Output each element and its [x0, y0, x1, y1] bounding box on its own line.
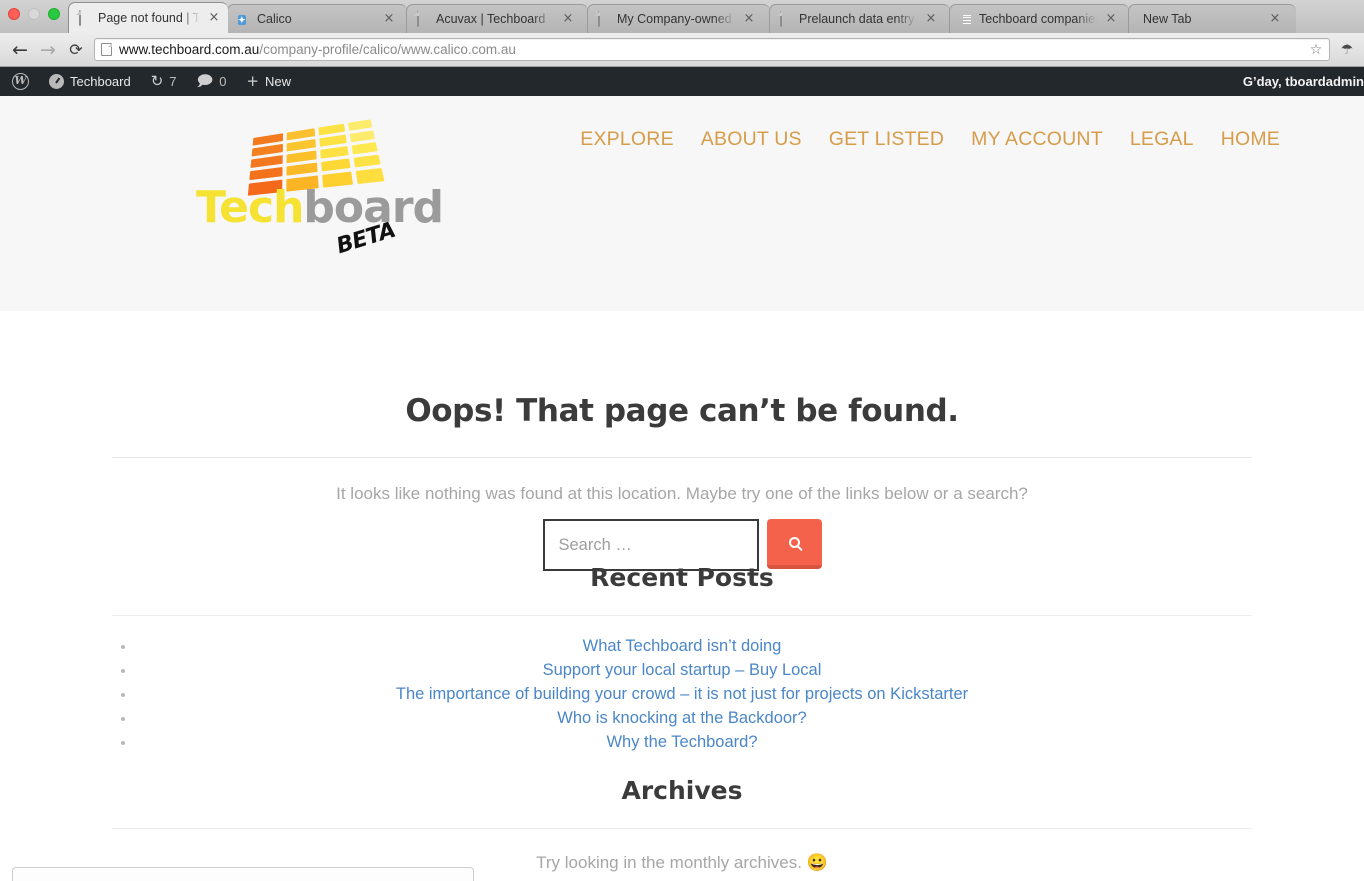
recent-post-link[interactable]: What Techboard isn’t doing: [112, 634, 1252, 658]
page-info-icon[interactable]: [101, 43, 112, 56]
smiley-icon: 😀: [806, 853, 828, 872]
browser-tab-2[interactable]: ✦ Calico ×: [227, 4, 407, 33]
archives-message-text: Try looking in the monthly archives.: [536, 853, 802, 872]
plus-icon: +: [246, 72, 259, 90]
nav-item-legal[interactable]: LEGAL: [1130, 128, 1194, 151]
dashboard-icon: [49, 74, 64, 89]
nav-item-home[interactable]: HOME: [1221, 128, 1280, 151]
nav-item-about-us[interactable]: ABOUT US: [701, 128, 802, 151]
tab-title: Calico: [257, 12, 292, 26]
tab-close-icon[interactable]: ×: [206, 10, 222, 26]
list-item: Support your local startup – Buy Local: [136, 658, 1252, 682]
url-path: /company-profile/calico/www.calico.com.a…: [259, 42, 516, 57]
site-name-label: Techboard: [70, 74, 131, 89]
adminbar-updates[interactable]: ↻ 7: [141, 67, 187, 96]
doc-icon: [780, 10, 794, 27]
adminbar-greeting[interactable]: G’day, tboardadmin: [1233, 74, 1364, 89]
doc-icon: [417, 10, 431, 27]
browser-chrome: Page not found | Techbo × ✦ Calico × Acu…: [0, 0, 1364, 67]
forward-button[interactable]: →: [34, 37, 62, 63]
archives-title: Archives: [621, 776, 743, 805]
browser-tab-1[interactable]: Page not found | Techbo ×: [68, 2, 228, 33]
site-header: Techboard BETA EXPLORE ABOUT US GET LIST…: [0, 96, 1364, 311]
nav-item-my-account[interactable]: MY ACCOUNT: [971, 128, 1103, 151]
nav-item-explore[interactable]: EXPLORE: [580, 128, 674, 151]
adminbar-site-name[interactable]: Techboard: [39, 67, 141, 96]
page-title: Oops! That page can’t be found.: [405, 393, 959, 429]
logo-text-tech: Tech: [196, 182, 304, 233]
bookmark-star-icon[interactable]: ☆: [1307, 42, 1325, 58]
doc-icon: [79, 9, 93, 26]
recent-posts-list: What Techboard isn’t doing Support your …: [112, 634, 1252, 754]
calico-icon: ✦: [238, 14, 246, 25]
comments-count: 0: [219, 74, 227, 89]
tab-title: Techboard companies lis: [979, 12, 1097, 26]
bottom-status-panel[interactable]: [12, 867, 474, 881]
wp-logo-menu[interactable]: W: [2, 67, 39, 96]
browser-tab-7[interactable]: New Tab ×: [1128, 4, 1296, 33]
adminbar-new-content[interactable]: + New: [236, 67, 301, 96]
browser-tab-5[interactable]: Prelaunch data entry | Te ×: [769, 4, 950, 33]
browser-tab-4[interactable]: My Company-owned Pro ×: [587, 4, 770, 33]
window-maximize-button[interactable]: [48, 8, 60, 20]
address-bar[interactable]: www.techboard.com.au/company-profile/cal…: [94, 38, 1330, 61]
updates-icon: ↻: [150, 72, 164, 90]
comment-bubble-icon: 🗩: [196, 72, 214, 90]
list-item: Why the Techboard?: [136, 730, 1252, 754]
recent-posts-title: Recent Posts: [590, 563, 774, 592]
tab-close-icon[interactable]: ×: [1267, 11, 1283, 27]
tab-title: Prelaunch data entry | Te: [799, 12, 917, 26]
adminbar-comments[interactable]: 🗩 0: [187, 67, 237, 96]
divider: [112, 457, 1252, 458]
main-navigation: EXPLORE ABOUT US GET LISTED MY ACCOUNT L…: [580, 128, 1280, 151]
tab-close-icon[interactable]: ×: [1103, 11, 1119, 27]
tab-close-icon[interactable]: ×: [560, 11, 576, 27]
back-button[interactable]: ←: [6, 37, 34, 63]
recent-post-link[interactable]: Why the Techboard?: [112, 730, 1252, 754]
window-minimize-button[interactable]: [28, 8, 40, 20]
doc-icon: [598, 10, 612, 27]
divider: [112, 615, 1252, 616]
search-icon: [788, 536, 800, 548]
wordpress-logo-icon: W: [12, 73, 29, 90]
list-item: What Techboard isn’t doing: [136, 634, 1252, 658]
recent-post-link[interactable]: Support your local startup – Buy Local: [112, 658, 1252, 682]
tab-close-icon[interactable]: ×: [923, 11, 939, 27]
page-content: Oops! That page can’t be found. It looks…: [0, 311, 1364, 881]
new-label: New: [265, 74, 292, 89]
tab-close-icon[interactable]: ×: [741, 11, 757, 27]
site-logo[interactable]: Techboard BETA: [196, 119, 444, 259]
recent-post-link[interactable]: Who is knocking at the Backdoor?: [112, 706, 1252, 730]
reload-button[interactable]: ⟳: [62, 37, 90, 63]
browser-tab-3[interactable]: Acuvax | Techboard ×: [406, 4, 588, 33]
tab-list: Page not found | Techbo × ✦ Calico × Acu…: [68, 2, 1296, 33]
tab-close-icon[interactable]: ×: [381, 11, 397, 27]
not-found-message: It looks like nothing was found at this …: [336, 484, 1028, 503]
google-doc-icon: [960, 12, 974, 27]
tab-strip: Page not found | Techbo × ✦ Calico × Acu…: [0, 0, 1364, 33]
window-close-button[interactable]: [8, 8, 20, 20]
divider: [112, 828, 1252, 829]
browser-tab-6[interactable]: Techboard companies lis ×: [949, 4, 1129, 33]
tab-title: New Tab: [1143, 12, 1192, 26]
wp-admin-bar: W Techboard ↻ 7 🗩 0 + New G’day, tboarda…: [0, 67, 1364, 96]
updates-count: 7: [169, 74, 177, 89]
list-item: Who is knocking at the Backdoor?: [136, 706, 1252, 730]
tab-title: Page not found | Techbo: [98, 11, 200, 25]
url-text: www.techboard.com.au/company-profile/cal…: [119, 42, 1307, 57]
logo-wordmark: Techboard: [196, 186, 444, 230]
recent-post-link[interactable]: The importance of building your crowd – …: [112, 682, 1252, 706]
search-submit-button[interactable]: [766, 519, 822, 569]
nav-item-get-listed[interactable]: GET LISTED: [829, 128, 944, 151]
window-controls: [8, 8, 60, 20]
extension-icon[interactable]: ☂: [1336, 39, 1358, 61]
browser-toolbar: ← → ⟳ www.techboard.com.au/company-profi…: [0, 33, 1364, 67]
list-item: The importance of building your crowd – …: [136, 682, 1252, 706]
url-host: www.techboard.com.au: [119, 42, 260, 57]
tab-title: Acuvax | Techboard: [436, 12, 546, 26]
tab-title: My Company-owned Pro: [617, 12, 735, 26]
